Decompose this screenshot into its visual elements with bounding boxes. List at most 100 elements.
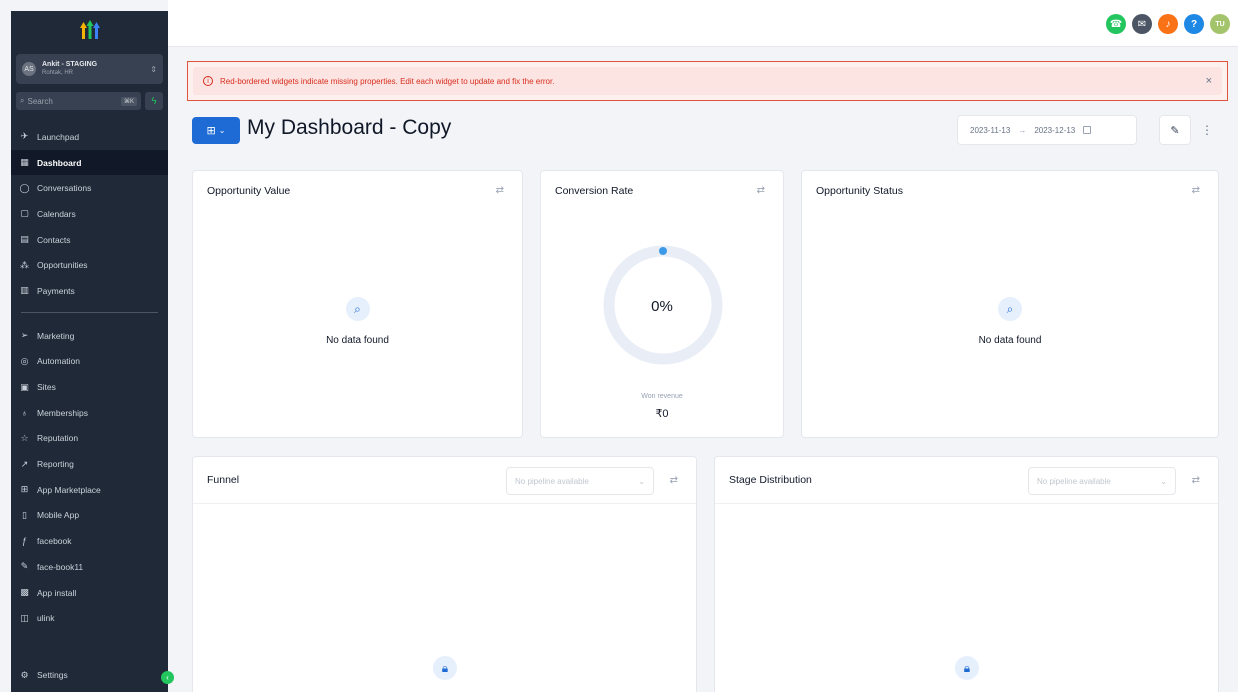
lock-icon: 🔒︎ — [955, 656, 979, 680]
widget-opportunity-value: Opportunity Value ⇄ ⌕ No data found — [192, 170, 523, 438]
sidebar-nav-top: ✈ Launchpad ▦ Dashboard ◯ Conversations ▢ Calen… — [11, 124, 168, 304]
sidebar-item-label: Opportunities — [37, 260, 88, 271]
user-avatar[interactable]: TU — [1210, 14, 1230, 34]
missing-properties-alert: i Red-bordered widgets indicate missing … — [187, 61, 1228, 101]
chevron-down-icon: ⌄ — [218, 126, 226, 135]
edit-dashboard-button[interactable]: ✎ — [1159, 115, 1191, 145]
contacts-icon: ▤ — [20, 234, 29, 245]
sidebar-item-label: Mobile App — [37, 510, 80, 521]
logo-arrows-icon — [79, 20, 100, 39]
sidebar-item-automation[interactable]: ◎ Automation — [11, 349, 168, 375]
brush-icon: ✎ — [20, 561, 29, 572]
sidebar-divider — [21, 311, 158, 313]
dashboard-switcher-button[interactable]: ⊞ ⌄ — [192, 117, 240, 144]
sidebar-item-mobile-app[interactable]: ▯ Mobile App — [11, 503, 168, 529]
sidebar-item-label: Payments — [37, 285, 75, 296]
sidebar-item-reputation[interactable]: ☆ Reputation — [11, 426, 168, 452]
sidebar-item-ulink[interactable]: ◫ ulink — [11, 605, 168, 631]
won-revenue-amount: ₹0 — [655, 408, 669, 420]
empty-state-text: No data found — [978, 335, 1042, 346]
sidebar-item-contacts[interactable]: ▤ Contacts — [11, 227, 168, 253]
chevron-updown-icon: ⇕ — [150, 64, 157, 74]
pipeline-select[interactable]: No pipeline available ⌄ — [506, 467, 654, 495]
widget-conversion-rate: Conversion Rate ⇄ 0% Won revenue ₹0 — [540, 170, 784, 438]
search-shortcut: ⌘K — [120, 96, 137, 106]
sidebar-item-launchpad[interactable]: ✈ Launchpad — [11, 124, 168, 150]
sidebar-item-label: Contacts — [37, 234, 71, 245]
sidebar-item-label: Conversations — [37, 183, 92, 194]
widget-title: Conversion Rate — [555, 185, 634, 197]
info-icon: i — [203, 76, 213, 86]
sidebar-item-opportunities[interactable]: ⁂ Opportunities — [11, 252, 168, 278]
swap-icon[interactable]: ⇄ — [757, 185, 765, 196]
apps-grid-icon: ⊞ — [20, 484, 29, 495]
dashboard-grid-icon: ▦ — [20, 157, 29, 168]
sidebar-item-dashboard[interactable]: ▦ Dashboard — [11, 149, 168, 176]
bell-icon[interactable]: ♪ — [1158, 14, 1178, 34]
account-switcher[interactable]: AS Ankit - STAGING Rohtak, HR ⇕ — [16, 54, 163, 84]
megaphone-icon[interactable]: ✉ — [1132, 14, 1152, 34]
empty-search-icon: ⌕ — [345, 297, 370, 321]
sidebar-item-face-book11[interactable]: ✎ face-book11 — [11, 554, 168, 580]
sidebar-item-label: Marketing — [37, 330, 75, 341]
sidebar-item-app-install[interactable]: ▩ App install — [11, 580, 168, 606]
chevron-down-icon: ⌄ — [638, 476, 645, 486]
sidebar-item-label: Calendars — [37, 208, 76, 219]
sidebar-item-label: Dashboard — [37, 157, 82, 168]
more-options-icon[interactable]: ⋮ — [1200, 117, 1214, 143]
brand-logo[interactable] — [11, 11, 168, 49]
sidebar-item-label: Reputation — [37, 433, 79, 444]
widget-stage-distribution: Stage Distribution No pipeline available… — [714, 456, 1219, 692]
sidebar-item-payments[interactable]: ▥ Payments — [11, 278, 168, 304]
sidebar-item-app-marketplace[interactable]: ⊞ App Marketplace — [11, 477, 168, 503]
phone-icon[interactable]: ☎ — [1106, 14, 1126, 34]
sidebar-item-facebook[interactable]: ƒ facebook — [11, 528, 168, 554]
sidebar-item-settings[interactable]: ⚙ Settings — [11, 662, 168, 688]
swap-icon[interactable]: ⇄ — [1192, 185, 1200, 196]
sidebar-item-label: Reporting — [37, 459, 74, 470]
sidebar-item-reporting[interactable]: ↗ Reporting — [11, 451, 168, 477]
sidebar-item-marketing[interactable]: ➢ Marketing — [11, 323, 168, 349]
rocket-icon: ✈ — [20, 131, 29, 142]
star-icon: ☆ — [20, 432, 29, 443]
swap-icon[interactable]: ⇄ — [1192, 475, 1200, 486]
help-icon[interactable]: ? — [1184, 14, 1204, 34]
collapse-sidebar-icon[interactable]: ‹ — [161, 671, 174, 684]
swap-icon[interactable]: ⇄ — [670, 475, 678, 486]
card-divider — [193, 503, 696, 504]
sidebar-item-conversations[interactable]: ◯ Conversations — [11, 175, 168, 201]
sidebar-item-sites[interactable]: ▣ Sites — [11, 374, 168, 400]
account-avatar: AS — [22, 62, 36, 76]
opportunities-icon: ⁂ — [20, 259, 29, 270]
date-range-picker[interactable]: 2023-11-13 → 2023-12-13 — [957, 115, 1137, 145]
sidebar-item-label: App install — [37, 587, 77, 598]
sidebar-item-label: Sites — [37, 382, 56, 393]
card-divider — [715, 503, 1218, 504]
send-icon: ➢ — [20, 330, 29, 341]
close-icon[interactable]: × — [1206, 75, 1212, 87]
sidebar-item-label: App Marketplace — [37, 484, 101, 495]
sidebar-item-memberships[interactable]: ♁ Memberships — [11, 400, 168, 426]
widget-title: Opportunity Status — [816, 185, 903, 197]
quick-action-lightning-icon[interactable]: ϟ — [145, 92, 163, 110]
empty-state-text: No data found — [326, 335, 389, 346]
facebook-icon: ƒ — [21, 536, 27, 547]
gear-icon: ⚙ — [20, 669, 29, 680]
widget-title: Opportunity Value — [207, 185, 291, 197]
payments-icon: ▥ — [20, 285, 29, 296]
pencil-icon: ✎ — [1170, 124, 1180, 137]
date-end: 2023-12-13 — [1034, 125, 1076, 135]
swap-icon[interactable]: ⇄ — [496, 185, 504, 196]
dashboard-layout-icon: ⊞ — [206, 125, 216, 137]
sidebar-item-label: face-book11 — [37, 561, 84, 572]
sidebar-search[interactable]: ⌕ Search ⌘K — [16, 92, 141, 110]
arrow-right-icon: → — [1018, 125, 1027, 135]
widget-title: Funnel — [207, 474, 240, 486]
chevron-down-icon: ⌄ — [1160, 476, 1167, 486]
pipeline-select[interactable]: No pipeline available ⌄ — [1028, 467, 1176, 495]
sidebar-item-calendars[interactable]: ▢ Calendars — [11, 201, 168, 227]
sidebar-nav-bottom: ➢ Marketing ◎ Automation ▣ Sites ♁ Memberships ☆… — [11, 323, 168, 631]
sidebar: AS Ankit - STAGING Rohtak, HR ⇕ ⌕ Search… — [11, 11, 174, 692]
sidebar-item-label: Settings — [37, 670, 68, 681]
lock-icon: 🔒︎ — [433, 656, 457, 680]
